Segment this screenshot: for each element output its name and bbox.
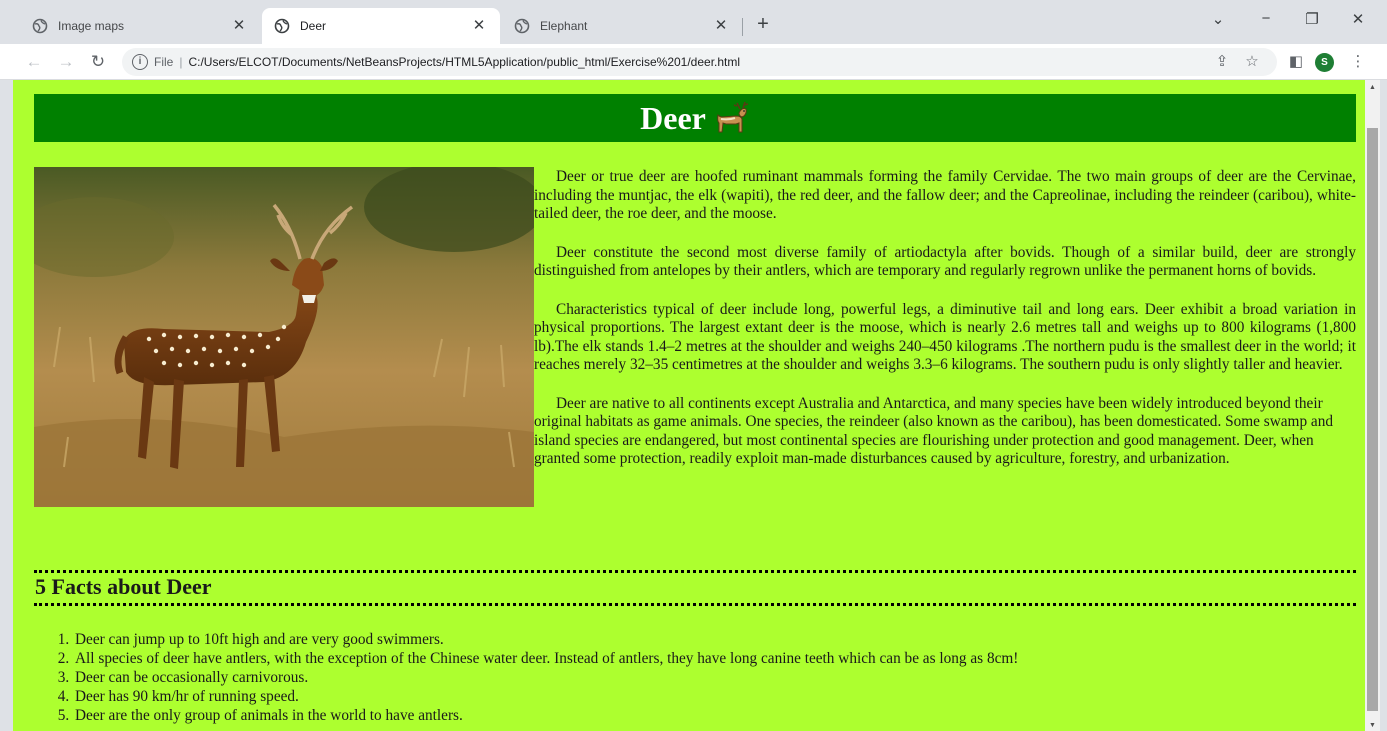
scrollbar-thumb[interactable] bbox=[1367, 128, 1378, 711]
close-window-button[interactable]: ✕ bbox=[1346, 10, 1370, 28]
fact-item: All species of deer have antlers, with t… bbox=[73, 649, 1353, 668]
tab-image-maps[interactable]: Image maps ✕ bbox=[20, 8, 260, 44]
back-button[interactable]: ← bbox=[22, 50, 46, 74]
forward-button[interactable]: → bbox=[54, 50, 78, 74]
url-divider: | bbox=[179, 55, 183, 69]
browser-toolbar: ← → ↻ i File | C:/Users/ELCOT/Documents/… bbox=[0, 44, 1387, 80]
tab-search-icon[interactable]: ⌄ bbox=[1206, 10, 1230, 28]
page-title-text: Deer bbox=[640, 99, 706, 136]
facts-title: 5 Facts about Deer bbox=[35, 574, 212, 599]
deer-emoji-icon bbox=[717, 101, 749, 133]
tab-title: Deer bbox=[300, 19, 327, 33]
menu-icon[interactable]: ⋮ bbox=[1346, 50, 1370, 74]
fact-item: Deer can be occasionally carnivorous. bbox=[73, 668, 1353, 687]
close-tab-icon[interactable]: ✕ bbox=[230, 17, 248, 35]
tab-strip: Image maps ✕ Deer ✕ Elephant ✕ + ⌄ − ❐ ✕ bbox=[0, 0, 1387, 44]
fact-item: Deer has 90 km/hr of running speed. bbox=[73, 687, 1353, 706]
url-text: C:/Users/ELCOT/Documents/NetBeansProject… bbox=[188, 55, 741, 69]
fact-item: Deer can jump up to 10ft high and are ve… bbox=[73, 630, 1353, 649]
globe-icon bbox=[274, 18, 290, 34]
info-icon[interactable]: i bbox=[132, 54, 148, 70]
scroll-up-arrow-icon[interactable]: ▲ bbox=[1367, 84, 1378, 91]
tab-title: Elephant bbox=[540, 19, 588, 33]
new-tab-button[interactable]: + bbox=[752, 14, 774, 36]
tab-title: Image maps bbox=[58, 19, 125, 33]
article-body: Deer or true deer are hoofed ruminant ma… bbox=[34, 168, 1356, 508]
globe-icon bbox=[32, 18, 48, 34]
reload-button[interactable]: ↻ bbox=[86, 50, 110, 74]
scroll-down-arrow-icon[interactable]: ▼ bbox=[1367, 722, 1378, 729]
bookmark-star-icon[interactable]: ☆ bbox=[1240, 50, 1264, 74]
page-heading-banner: Deer bbox=[34, 94, 1356, 142]
vertical-scrollbar[interactable]: ▲ ▼ bbox=[1365, 80, 1380, 731]
facts-list: Deer can jump up to 10ft high and are ve… bbox=[73, 630, 1353, 725]
profile-avatar[interactable]: S bbox=[1315, 53, 1334, 72]
tab-deer[interactable]: Deer ✕ bbox=[262, 8, 500, 44]
share-icon[interactable]: ⇪ bbox=[1210, 50, 1234, 74]
fact-item: Deer are the only group of animals in th… bbox=[73, 706, 1353, 725]
image-float-spacer bbox=[34, 168, 534, 508]
globe-icon bbox=[514, 18, 530, 34]
tab-elephant[interactable]: Elephant ✕ bbox=[502, 8, 742, 44]
close-tab-icon[interactable]: ✕ bbox=[470, 17, 488, 35]
side-panel-icon[interactable]: ◧ bbox=[1284, 50, 1308, 74]
facts-section-header: 5 Facts about Deer bbox=[34, 570, 1356, 606]
page-title: Deer bbox=[640, 100, 706, 137]
url-scheme: File bbox=[154, 55, 174, 69]
minimize-button[interactable]: − bbox=[1254, 10, 1278, 27]
page-viewport: Deer Deer or true deer are hoofed rumina… bbox=[13, 80, 1365, 731]
tab-separator bbox=[742, 18, 743, 36]
close-tab-icon[interactable]: ✕ bbox=[712, 17, 730, 35]
restore-button[interactable]: ❐ bbox=[1300, 10, 1324, 28]
address-bar[interactable]: i File | C:/Users/ELCOT/Documents/NetBea… bbox=[122, 48, 1277, 76]
